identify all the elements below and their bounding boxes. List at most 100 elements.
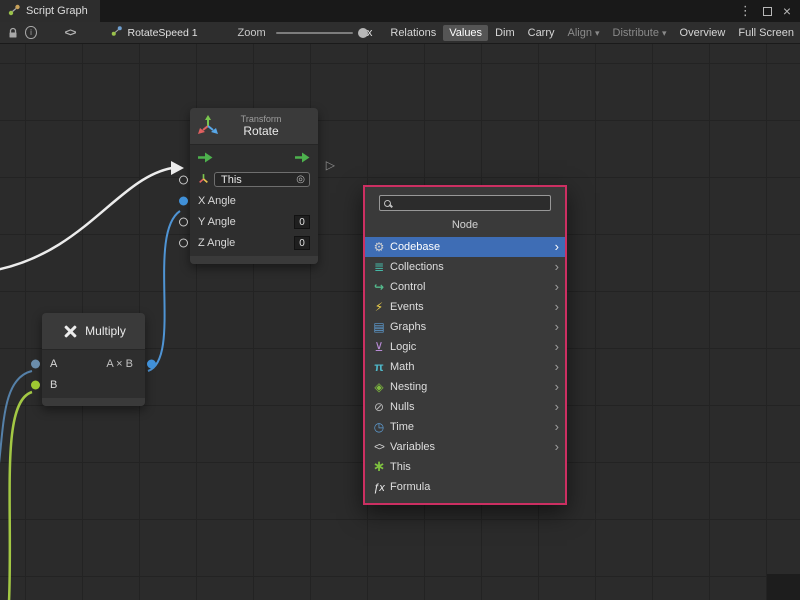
edit-source-icon[interactable] [65, 24, 76, 42]
zoom-slider[interactable] [276, 32, 353, 34]
node-multiply[interactable]: Multiply A A × B B [42, 313, 145, 406]
list-icon [371, 257, 387, 277]
a-port[interactable] [31, 359, 40, 368]
this-object-field[interactable]: This [214, 172, 310, 187]
this-row: This [190, 169, 318, 190]
a-label: A [50, 358, 57, 370]
multiply-node-body: A A × B B [42, 350, 145, 398]
y-angle-input[interactable]: 0 [294, 215, 310, 229]
overview-button[interactable]: Overview [674, 25, 732, 41]
angle-brackets-icon [371, 436, 387, 458]
graph-toolbar: RotateSpeed 1 Zoom 1x Relations Values D… [0, 22, 800, 44]
finder-item-control[interactable]: Control [365, 277, 565, 297]
wire-x-angle [148, 211, 180, 371]
chevron-right-icon [555, 298, 559, 316]
info-icon[interactable] [25, 26, 36, 39]
graph-canvas[interactable]: Transform Rotate [0, 44, 800, 600]
wire-b-input [9, 392, 32, 600]
chevron-right-icon [555, 278, 559, 296]
close-icon[interactable] [783, 3, 791, 19]
graph-reference-icon [111, 25, 123, 40]
align-button[interactable]: Align [562, 25, 606, 41]
z-angle-input[interactable]: 0 [294, 236, 310, 250]
tab-title: Script Graph [26, 5, 88, 17]
distribute-button[interactable]: Distribute [607, 25, 673, 41]
finder-item-label: Codebase [390, 241, 440, 253]
zoom-slider-knob[interactable] [358, 28, 368, 38]
search-box[interactable] [379, 195, 551, 211]
finder-header: Node [365, 215, 565, 237]
graph-reference-label: RotateSpeed 1 [127, 27, 197, 39]
clock-icon [371, 417, 387, 437]
y-angle-port[interactable] [179, 217, 188, 226]
x-angle-port[interactable] [179, 196, 188, 205]
object-picker-icon[interactable] [296, 174, 305, 185]
lock-icon[interactable] [6, 24, 19, 42]
maximize-icon[interactable] [763, 7, 772, 16]
transform-axes-icon [198, 115, 218, 138]
chevron-right-icon [555, 438, 559, 456]
chevron-right-icon [555, 238, 559, 256]
this-port[interactable] [179, 175, 188, 184]
search-input[interactable] [396, 197, 546, 210]
graph-reference[interactable]: RotateSpeed 1 [111, 25, 197, 40]
finder-item-graphs[interactable]: Graphs [365, 317, 565, 337]
logic-icon [371, 337, 387, 357]
chevron-right-icon [555, 378, 559, 396]
gear-icon [371, 237, 387, 257]
finder-item-this[interactable]: This [365, 457, 565, 477]
flow-input-port[interactable] [198, 152, 213, 166]
resize-corner [767, 574, 800, 600]
tab-script-graph[interactable]: Script Graph [0, 0, 100, 22]
finder-item-math[interactable]: Math [365, 357, 565, 377]
result-port[interactable] [147, 359, 156, 368]
multiply-icon [61, 322, 79, 340]
y-angle-row: Y Angle 0 [190, 211, 318, 232]
dim-button[interactable]: Dim [489, 25, 521, 41]
y-angle-label: Y Angle [198, 216, 236, 228]
flow-output-port[interactable] [295, 152, 310, 166]
window-controls [739, 0, 800, 22]
finder-item-variables[interactable]: Variables [365, 437, 565, 457]
window-menu-icon[interactable] [739, 3, 752, 19]
finder-item-label: This [390, 461, 411, 473]
node-transform-rotate[interactable]: Transform Rotate [190, 108, 318, 264]
finder-item-formula[interactable]: Formula [365, 477, 565, 497]
wire-flow [0, 168, 172, 270]
finder-item-label: Variables [390, 441, 435, 453]
rotate-node-titles: Transform Rotate [224, 114, 298, 138]
values-button[interactable]: Values [443, 25, 488, 41]
null-icon [371, 397, 387, 417]
node-title: Rotate [224, 124, 298, 138]
carry-button[interactable]: Carry [522, 25, 561, 41]
asterisk-icon [371, 457, 387, 477]
finder-item-time[interactable]: Time [365, 417, 565, 437]
z-angle-port[interactable] [179, 238, 188, 247]
relations-button[interactable]: Relations [384, 25, 442, 41]
wire-flow-arrowhead [171, 161, 184, 175]
finder-item-nesting[interactable]: Nesting [365, 377, 565, 397]
finder-item-label: Collections [390, 261, 444, 273]
finder-item-logic[interactable]: Logic [365, 337, 565, 357]
finder-item-collections[interactable]: Collections [365, 257, 565, 277]
toolbar-buttons: Relations Values Dim Carry Align Distrib… [384, 25, 800, 41]
zoom-label: Zoom [238, 27, 266, 39]
finder-item-label: Formula [390, 481, 430, 493]
chevron-right-icon [555, 358, 559, 376]
finder-item-nulls[interactable]: Nulls [365, 397, 565, 417]
finder-search-row [365, 187, 565, 215]
finder-item-codebase[interactable]: Codebase [365, 237, 565, 257]
full-screen-button[interactable]: Full Screen [732, 25, 800, 41]
result-label: A × B [106, 358, 133, 370]
x-angle-label: X Angle [198, 195, 236, 207]
rotate-node-header[interactable]: Transform Rotate [190, 108, 318, 145]
b-label: B [50, 379, 57, 391]
finder-list: Codebase Collections Control Events [365, 237, 565, 497]
b-port[interactable] [31, 380, 40, 389]
finder-item-label: Nesting [390, 381, 427, 393]
b-row: B [42, 374, 145, 395]
finder-item-events[interactable]: Events [365, 297, 565, 317]
finder-item-label: Math [390, 361, 414, 373]
rotate-node-body: This X Angle Y Angle 0 Z Angle 0 [190, 145, 318, 256]
multiply-node-header[interactable]: Multiply [42, 313, 145, 350]
